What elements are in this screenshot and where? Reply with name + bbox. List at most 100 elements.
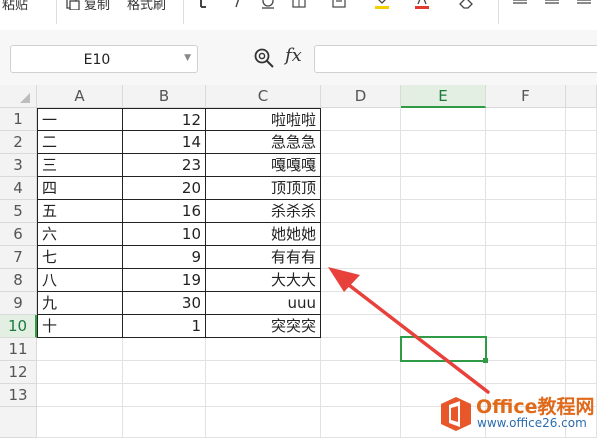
column-header-e[interactable]: E: [401, 85, 486, 108]
row-header-13[interactable]: 13: [0, 384, 37, 407]
fx-icon[interactable]: fx: [285, 45, 302, 66]
row-header-1[interactable]: 1: [0, 108, 37, 131]
cell-a8[interactable]: 八: [37, 269, 123, 292]
cell-f7[interactable]: [486, 246, 566, 269]
cell-d10[interactable]: [321, 315, 401, 338]
cell-e8[interactable]: [401, 269, 486, 292]
cell-c11[interactable]: [206, 338, 321, 361]
cell-e1[interactable]: [401, 108, 486, 131]
align-bottom-icon[interactable]: [576, 0, 592, 10]
cell-b14[interactable]: [123, 407, 206, 438]
cell-b10[interactable]: 1: [123, 315, 206, 338]
row-header-7[interactable]: 7: [0, 246, 37, 269]
cell-g5[interactable]: [566, 200, 597, 223]
cell-c2[interactable]: 急急急: [206, 131, 321, 154]
cell-g1[interactable]: [566, 108, 597, 131]
row-header-5[interactable]: 5: [0, 200, 37, 223]
cell-g7[interactable]: [566, 246, 597, 269]
underline-icon[interactable]: [260, 0, 276, 10]
cell-a4[interactable]: 四: [37, 177, 123, 200]
cell-d2[interactable]: [321, 131, 401, 154]
cell-d13[interactable]: [321, 384, 401, 407]
cell-c9[interactable]: uuu: [206, 292, 321, 315]
row-header-4[interactable]: 4: [0, 177, 37, 200]
cell-a13[interactable]: [37, 384, 123, 407]
merge-cells-icon[interactable]: [332, 0, 348, 10]
cell-a1[interactable]: 一: [37, 108, 123, 131]
cell-f3[interactable]: [486, 154, 566, 177]
cell-d9[interactable]: [321, 292, 401, 315]
row-header-10[interactable]: 10: [0, 315, 37, 338]
cell-d12[interactable]: [321, 361, 401, 384]
cell-b5[interactable]: 16: [123, 200, 206, 223]
cell-b4[interactable]: 20: [123, 177, 206, 200]
select-all-corner[interactable]: [0, 85, 37, 108]
row-header-6[interactable]: 6: [0, 223, 37, 246]
cell-d3[interactable]: [321, 154, 401, 177]
copy-icon[interactable]: [65, 0, 81, 10]
cell-d6[interactable]: [321, 223, 401, 246]
row-header-3[interactable]: 3: [0, 154, 37, 177]
cell-f12[interactable]: [486, 361, 566, 384]
cell-e10[interactable]: [401, 315, 486, 338]
row-header-8[interactable]: 8: [0, 269, 37, 292]
cell-d8[interactable]: [321, 269, 401, 292]
cell-b11[interactable]: [123, 338, 206, 361]
align-middle-icon[interactable]: [544, 0, 560, 10]
cell-f6[interactable]: [486, 223, 566, 246]
cell-g3[interactable]: [566, 154, 597, 177]
cell-e9[interactable]: [401, 292, 486, 315]
formula-input[interactable]: [314, 45, 597, 73]
cell-a9[interactable]: 九: [37, 292, 123, 315]
cell-f4[interactable]: [486, 177, 566, 200]
cell-a5[interactable]: 五: [37, 200, 123, 223]
cell-c5[interactable]: 杀杀杀: [206, 200, 321, 223]
cell-g4[interactable]: [566, 177, 597, 200]
row-header-12[interactable]: 12: [0, 361, 37, 384]
selected-cell-e10[interactable]: [400, 336, 487, 362]
chevron-down-icon[interactable]: ▼: [184, 53, 191, 63]
cell-g9[interactable]: [566, 292, 597, 315]
cell-c4[interactable]: 顶顶顶: [206, 177, 321, 200]
cell-b9[interactable]: 30: [123, 292, 206, 315]
cell-e5[interactable]: [401, 200, 486, 223]
fill-color-icon[interactable]: [374, 0, 390, 10]
cell-a6[interactable]: 六: [37, 223, 123, 246]
cell-f11[interactable]: [486, 338, 566, 361]
cell-g8[interactable]: [566, 269, 597, 292]
column-header-g[interactable]: [566, 85, 597, 108]
border-icon[interactable]: [292, 0, 308, 10]
cell-a3[interactable]: 三: [37, 154, 123, 177]
bold-icon[interactable]: [197, 0, 213, 10]
cell-c7[interactable]: 有有有: [206, 246, 321, 269]
cell-d14[interactable]: [321, 407, 401, 438]
cell-b1[interactable]: 12: [123, 108, 206, 131]
cell-b13[interactable]: [123, 384, 206, 407]
cell-a10[interactable]: 十: [37, 315, 123, 338]
cell-e7[interactable]: [401, 246, 486, 269]
cell-g12[interactable]: [566, 361, 597, 384]
cell-d4[interactable]: [321, 177, 401, 200]
cell-b8[interactable]: 19: [123, 269, 206, 292]
cell-g2[interactable]: [566, 131, 597, 154]
cell-f8[interactable]: [486, 269, 566, 292]
cell-c1[interactable]: 啦啦啦: [206, 108, 321, 131]
cell-f1[interactable]: [486, 108, 566, 131]
column-header-a[interactable]: A: [37, 85, 123, 108]
cell-f5[interactable]: [486, 200, 566, 223]
cell-b2[interactable]: 14: [123, 131, 206, 154]
cell-d1[interactable]: [321, 108, 401, 131]
cell-g11[interactable]: [566, 338, 597, 361]
cell-d5[interactable]: [321, 200, 401, 223]
cell-e4[interactable]: [401, 177, 486, 200]
format-painter-button[interactable]: 格式刷: [127, 0, 166, 13]
cell-a7[interactable]: 七: [37, 246, 123, 269]
column-header-d[interactable]: D: [321, 85, 401, 108]
column-header-b[interactable]: B: [123, 85, 206, 108]
cell-b7[interactable]: 9: [123, 246, 206, 269]
cell-c14[interactable]: [206, 407, 321, 438]
cell-c12[interactable]: [206, 361, 321, 384]
cell-c10[interactable]: 突突突: [206, 315, 321, 338]
cell-c13[interactable]: [206, 384, 321, 407]
cell-g6[interactable]: [566, 223, 597, 246]
